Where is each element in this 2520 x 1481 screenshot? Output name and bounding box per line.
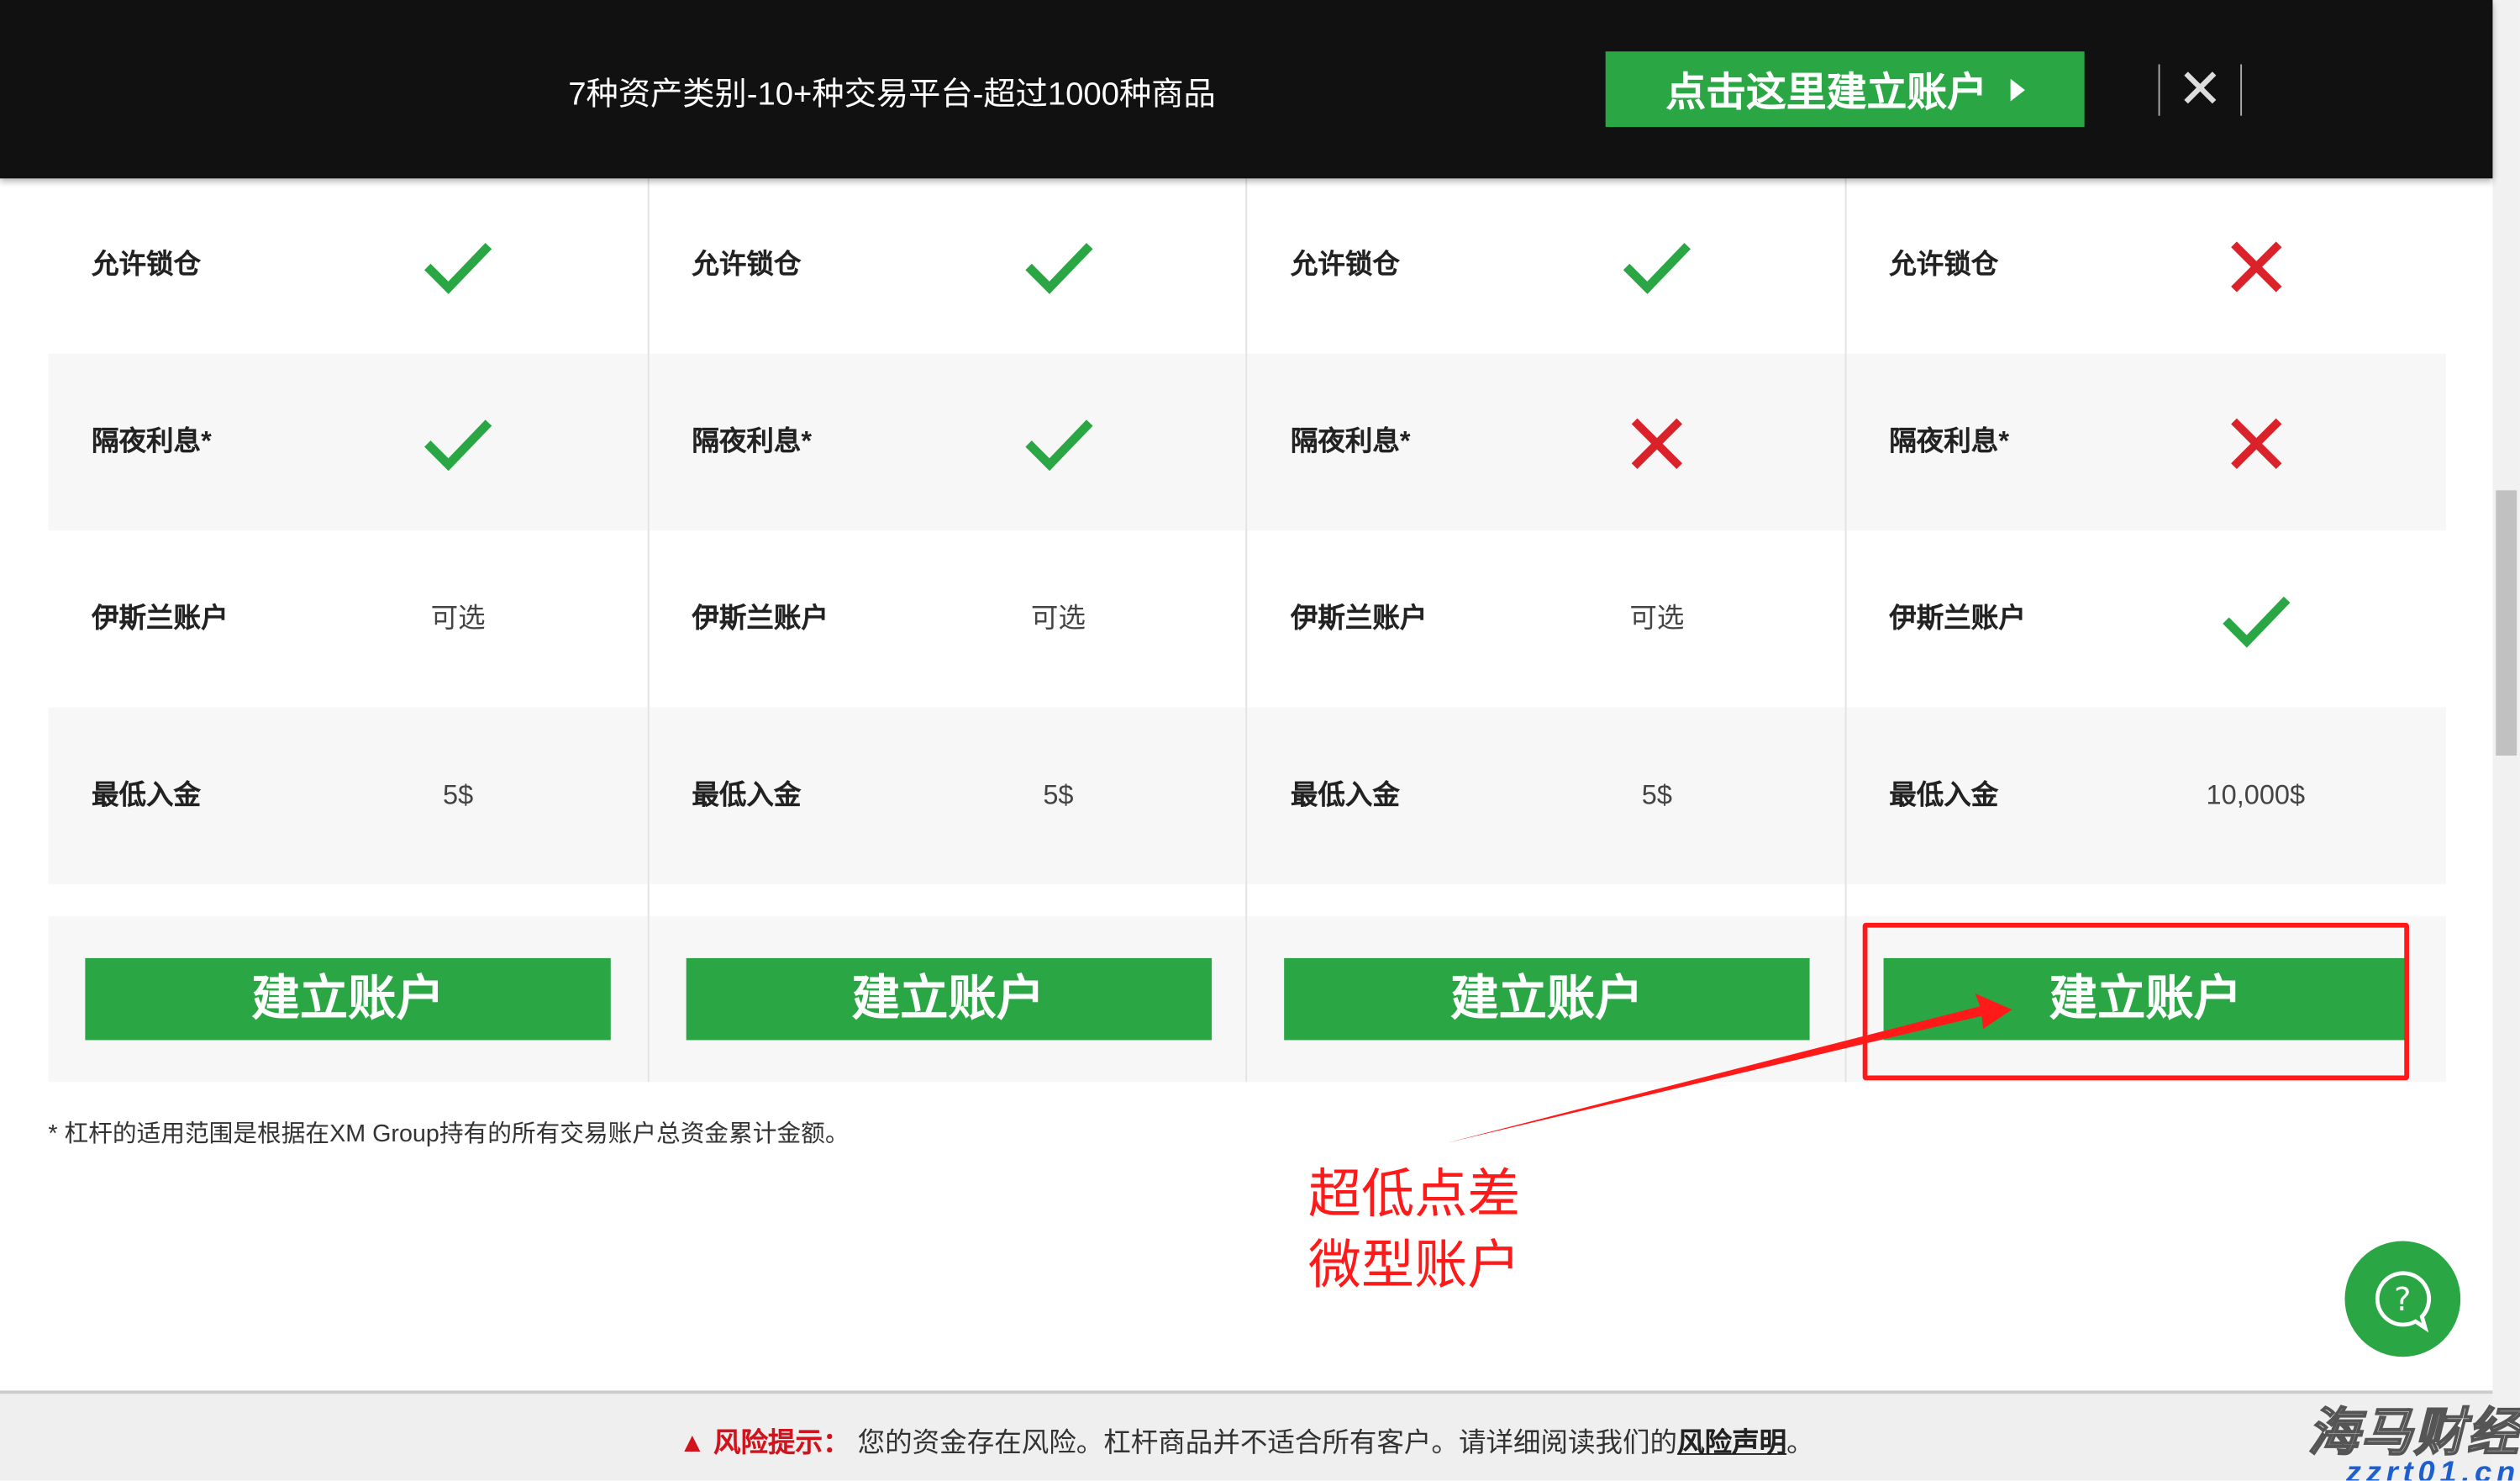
divider <box>2240 64 2243 116</box>
cta-label: 点击这里建立账户 <box>1665 70 1987 115</box>
page: 7种资产类别-10+种交易平台-超过1000种商品 点击这里建立账户 ✕ 允许锁… <box>0 0 2520 1481</box>
banner-text: 7种资产类别-10+种交易平台-超过1000种商品 <box>568 76 1216 113</box>
close-icon[interactable]: ✕ <box>2176 61 2224 119</box>
divider <box>2158 64 2160 116</box>
open-account-cta-button[interactable]: 点击这里建立账户 <box>1605 51 2085 128</box>
annotation-arrow <box>1446 993 2012 1143</box>
play-arrow-icon <box>2009 77 2024 101</box>
promo-banner: 7种资产类别-10+种交易平台-超过1000种商品 点击这里建立账户 ✕ <box>0 0 2493 179</box>
